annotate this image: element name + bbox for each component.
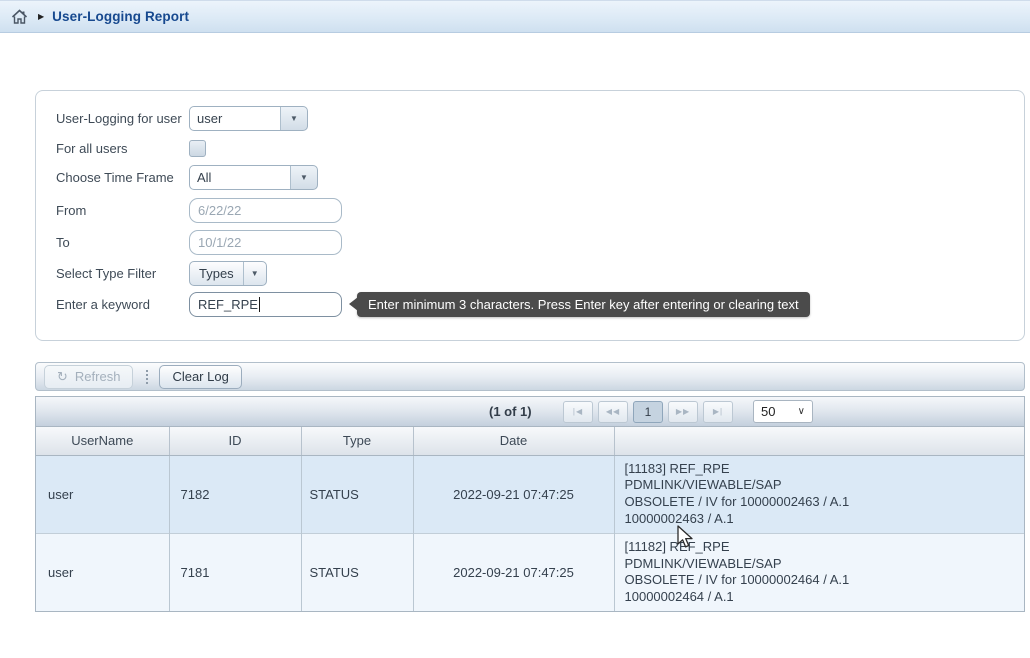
types-dropdown-label: Types xyxy=(190,266,243,281)
page-1-button[interactable]: 1 xyxy=(633,401,663,423)
cell-date: 2022-09-21 07:47:25 xyxy=(413,455,614,533)
all-users-checkbox[interactable] xyxy=(189,140,206,157)
cell-message: [11182] REF_RPE PDMLINK/VIEWABLE/SAP OBS… xyxy=(614,533,1024,611)
clear-log-button[interactable]: Clear Log xyxy=(159,365,241,389)
log-table: UserName ID Type Date user 7182 STATUS 2… xyxy=(36,427,1024,611)
user-combobox-value[interactable]: user xyxy=(190,107,281,130)
next-page-button[interactable]: ▶▶ xyxy=(668,401,698,423)
cell-id: 7182 xyxy=(169,455,301,533)
time-frame-combobox[interactable]: All ▼ xyxy=(189,165,318,190)
cell-type: STATUS xyxy=(301,455,413,533)
message-line: [11182] REF_RPE xyxy=(625,539,1015,556)
page-size-value: 50 xyxy=(761,404,775,419)
message-line: 10000002464 / A.1 xyxy=(625,589,1015,606)
paginator: (1 of 1) |◀ ◀◀ 1 ▶▶ ▶| 50 ∨ xyxy=(36,397,1024,427)
breadcrumb-arrow-icon: ▶ xyxy=(38,13,44,21)
table-header-row: UserName ID Type Date xyxy=(36,427,1024,455)
first-page-icon: |◀ xyxy=(573,407,583,416)
column-header-date: Date xyxy=(413,427,614,455)
user-combobox[interactable]: user ▼ xyxy=(189,106,308,131)
keyword-input[interactable]: REF_RPE xyxy=(189,292,342,317)
refresh-icon: ↻ xyxy=(57,370,68,383)
toolbar-separator xyxy=(146,370,148,384)
cell-date: 2022-09-21 07:47:25 xyxy=(413,533,614,611)
column-header-username: UserName xyxy=(36,427,169,455)
log-grid: (1 of 1) |◀ ◀◀ 1 ▶▶ ▶| 50 ∨ UserName ID xyxy=(35,396,1025,612)
previous-page-icon: ◀◀ xyxy=(606,407,620,416)
cell-id: 7181 xyxy=(169,533,301,611)
cell-type: STATUS xyxy=(301,533,413,611)
cell-message: [11183] REF_RPE PDMLINK/VIEWABLE/SAP OBS… xyxy=(614,455,1024,533)
table-row[interactable]: user 7182 STATUS 2022-09-21 07:47:25 [11… xyxy=(36,455,1024,533)
to-date-input[interactable] xyxy=(189,230,342,255)
grid-toolbar: ↻ Refresh Clear Log xyxy=(35,362,1025,391)
first-page-button[interactable]: |◀ xyxy=(563,401,593,423)
message-line: PDMLINK/VIEWABLE/SAP xyxy=(625,477,1015,494)
keyword-tooltip: Enter minimum 3 characters. Press Enter … xyxy=(357,292,810,317)
table-row[interactable]: user 7181 STATUS 2022-09-21 07:47:25 [11… xyxy=(36,533,1024,611)
last-page-icon: ▶| xyxy=(713,407,723,416)
page-title[interactable]: User-Logging Report xyxy=(52,9,189,24)
message-line: OBSOLETE / IV for 10000002464 / A.1 xyxy=(625,572,1015,589)
clear-log-button-label: Clear Log xyxy=(172,369,228,384)
last-page-button[interactable]: ▶| xyxy=(703,401,733,423)
message-line: OBSOLETE / IV for 10000002463 / A.1 xyxy=(625,494,1015,511)
types-dropdown-icon: ▼ xyxy=(243,262,266,285)
home-icon[interactable] xyxy=(11,9,28,25)
next-page-icon: ▶▶ xyxy=(676,407,690,416)
to-label: To xyxy=(56,235,189,250)
column-header-message xyxy=(614,427,1024,455)
user-combobox-dropdown-icon[interactable]: ▼ xyxy=(281,107,307,130)
breadcrumb: ▶ User-Logging Report xyxy=(0,0,1030,33)
cell-username: user xyxy=(36,533,169,611)
cell-username: user xyxy=(36,455,169,533)
keyword-input-value: REF_RPE xyxy=(198,297,258,312)
column-header-type: Type xyxy=(301,427,413,455)
page-size-chevron-icon: ∨ xyxy=(798,406,805,417)
refresh-button[interactable]: ↻ Refresh xyxy=(44,365,133,389)
from-label: From xyxy=(56,203,189,218)
page-report: (1 of 1) xyxy=(489,404,532,419)
time-frame-dropdown-icon[interactable]: ▼ xyxy=(291,166,317,189)
type-filter-label: Select Type Filter xyxy=(56,266,189,281)
message-line: 10000002463 / A.1 xyxy=(625,511,1015,528)
text-caret xyxy=(259,297,260,312)
types-dropdown-button[interactable]: Types ▼ xyxy=(189,261,267,286)
all-users-label: For all users xyxy=(56,141,189,156)
column-header-id: ID xyxy=(169,427,301,455)
time-frame-combobox-value[interactable]: All xyxy=(190,166,291,189)
page-size-select[interactable]: 50 ∨ xyxy=(753,400,813,423)
from-date-input[interactable] xyxy=(189,198,342,223)
message-line: PDMLINK/VIEWABLE/SAP xyxy=(625,556,1015,573)
keyword-label: Enter a keyword xyxy=(56,297,189,312)
previous-page-button[interactable]: ◀◀ xyxy=(598,401,628,423)
message-line: [11183] REF_RPE xyxy=(625,461,1015,478)
refresh-button-label: Refresh xyxy=(75,369,121,384)
time-frame-label: Choose Time Frame xyxy=(56,170,189,185)
user-field-label: User-Logging for user xyxy=(56,111,189,126)
user-logging-report-page: ▶ User-Logging Report User-Logging for u… xyxy=(0,0,1030,658)
